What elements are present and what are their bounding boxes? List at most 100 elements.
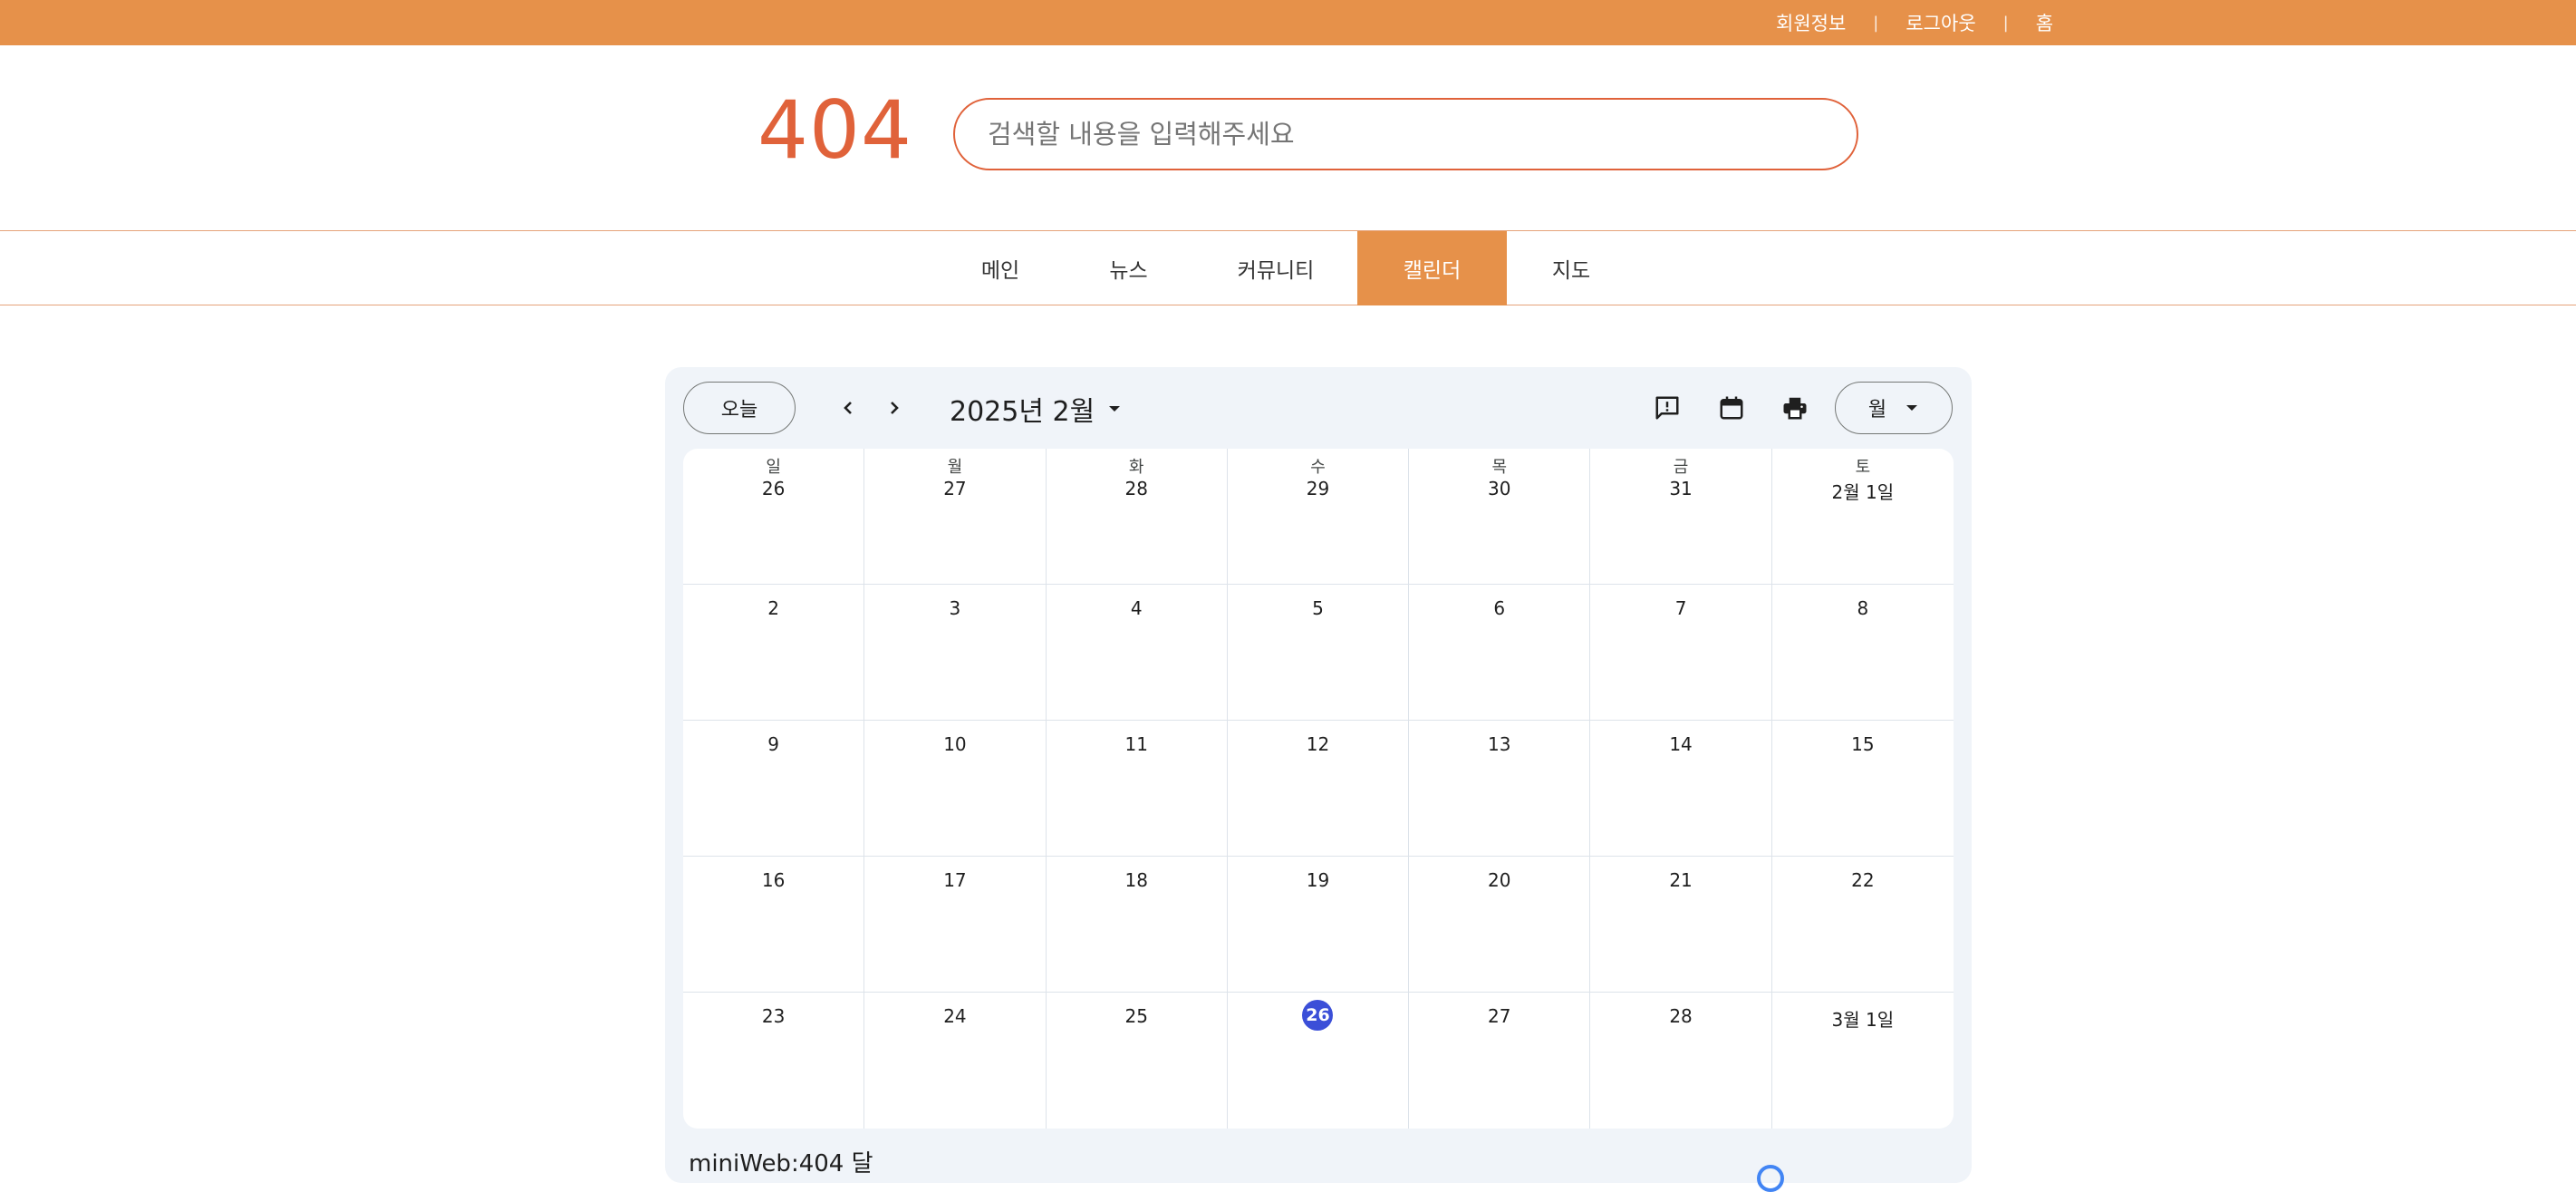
day-cell[interactable]: 목 30 <box>1409 449 1591 585</box>
day-cell[interactable]: 화 28 <box>1046 449 1228 585</box>
day-cell[interactable]: 일 26 <box>683 449 865 585</box>
day-number[interactable]: 13 <box>1409 733 1589 755</box>
day-cell[interactable]: 27 <box>1409 993 1591 1129</box>
weekday-header: 화 <box>1128 458 1144 477</box>
day-cell[interactable]: 8 <box>1771 585 1954 721</box>
member-info-link[interactable]: 회원정보 <box>1776 9 1846 36</box>
nav-item-main[interactable]: 메인 <box>938 231 1063 305</box>
day-number[interactable]: 5 <box>1228 597 1408 619</box>
day-number[interactable]: 17 <box>864 869 1045 891</box>
day-cell[interactable]: 16 <box>683 857 865 993</box>
day-number[interactable]: 12 <box>1228 733 1408 755</box>
feedback-button[interactable] <box>1645 386 1689 430</box>
day-cell[interactable]: 28 <box>1590 993 1772 1129</box>
day-number[interactable]: 27 <box>1409 1005 1589 1027</box>
print-button[interactable] <box>1773 386 1817 430</box>
day-cell[interactable]: 15 <box>1771 721 1954 857</box>
day-cell[interactable]: 22 <box>1771 857 1954 993</box>
day-cell[interactable]: 17 <box>864 857 1047 993</box>
day-number[interactable]: 29 <box>1228 478 1408 499</box>
nav-item-news[interactable]: 뉴스 <box>1063 231 1194 305</box>
view-selector[interactable]: 월 <box>1835 382 1953 434</box>
day-number[interactable]: 25 <box>1047 1005 1227 1027</box>
day-cell[interactable]: 토 2월 1일 <box>1771 449 1954 585</box>
day-cell[interactable]: 14 <box>1590 721 1772 857</box>
day-number[interactable]: 2월 1일 <box>1772 478 1954 504</box>
day-number[interactable]: 23 <box>683 1005 863 1027</box>
nav-item-community[interactable]: 커뮤니티 <box>1194 231 1357 305</box>
day-number[interactable]: 3 <box>864 597 1045 619</box>
day-number-label: 11 <box>1124 733 1148 755</box>
day-cell[interactable]: 21 <box>1590 857 1772 993</box>
day-number[interactable]: 15 <box>1772 733 1954 755</box>
day-cell[interactable]: 3 <box>864 585 1047 721</box>
day-number[interactable]: 19 <box>1228 869 1408 891</box>
day-cell[interactable]: 금 31 <box>1590 449 1772 585</box>
day-cell[interactable]: 9 <box>683 721 865 857</box>
day-number[interactable]: 20 <box>1409 869 1589 891</box>
day-cell[interactable]: 18 <box>1046 857 1228 993</box>
day-number[interactable]: 28 <box>1590 1005 1770 1027</box>
day-cell[interactable]: 19 <box>1227 857 1410 993</box>
today-button[interactable]: 오늘 <box>683 382 796 434</box>
logout-link[interactable]: 로그아웃 <box>1905 9 1975 36</box>
day-number[interactable]: 24 <box>864 1005 1045 1027</box>
day-cell[interactable]: 2 <box>683 585 865 721</box>
day-number-label: 23 <box>761 1005 786 1027</box>
day-cell[interactable]: 20 <box>1409 857 1591 993</box>
day-cell[interactable]: 13 <box>1409 721 1591 857</box>
day-cell[interactable]: 4 <box>1046 585 1228 721</box>
chevron-right-icon <box>891 402 899 414</box>
day-cell[interactable]: 23 <box>683 993 865 1129</box>
day-cell[interactable]: 11 <box>1046 721 1228 857</box>
weekday-header: 금 <box>1673 458 1689 477</box>
day-number[interactable]: 8 <box>1772 597 1954 619</box>
day-number-label: 3월 1일 <box>1831 1009 1895 1031</box>
day-number[interactable]: 26 <box>683 478 863 499</box>
day-number[interactable]: 4 <box>1047 597 1227 619</box>
day-cell[interactable]: 5 <box>1227 585 1410 721</box>
day-cell[interactable]: 12 <box>1227 721 1410 857</box>
day-number[interactable]: 7 <box>1590 597 1770 619</box>
search-input[interactable] <box>955 100 1857 169</box>
day-number[interactable]: 31 <box>1590 478 1770 499</box>
day-number[interactable]: 30 <box>1409 478 1589 499</box>
day-number-label: 5 <box>1312 597 1324 619</box>
day-cell[interactable]: 월 27 <box>864 449 1047 585</box>
day-number[interactable]: 22 <box>1772 869 1954 891</box>
day-cell[interactable]: 수 29 <box>1227 449 1410 585</box>
nav-item-map[interactable]: 지도 <box>1507 231 1635 305</box>
search-box[interactable] <box>953 98 1858 170</box>
day-number[interactable]: 14 <box>1590 733 1770 755</box>
day-cell[interactable]: 3월 1일 <box>1772 993 1954 1129</box>
day-cell[interactable]: 26 <box>1228 993 1410 1129</box>
prev-month-button[interactable] <box>826 386 870 430</box>
month-title-dropdown[interactable]: 2025년 2월 <box>950 389 1122 429</box>
next-month-button[interactable] <box>873 386 916 430</box>
weekday-header: 목 <box>1491 458 1508 477</box>
day-number[interactable]: 27 <box>864 478 1045 499</box>
day-number[interactable]: 11 <box>1047 733 1227 755</box>
open-calendar-button[interactable] <box>1710 386 1753 430</box>
day-number-label: 7 <box>1674 597 1687 619</box>
day-number-label: 13 <box>1488 733 1511 755</box>
home-link[interactable]: 홈 <box>2036 9 2053 36</box>
day-cell[interactable]: 6 <box>1409 585 1591 721</box>
day-number[interactable]: 10 <box>864 733 1045 755</box>
day-cell[interactable]: 24 <box>864 993 1047 1129</box>
nav-item-calendar[interactable]: 캘린더 <box>1357 231 1507 305</box>
day-number[interactable]: 6 <box>1409 597 1589 619</box>
day-number[interactable]: 9 <box>683 733 863 755</box>
day-number[interactable]: 16 <box>683 869 863 891</box>
day-number-label: 21 <box>1669 869 1693 891</box>
today-day-number[interactable]: 26 <box>1228 1000 1408 1031</box>
day-cell[interactable]: 25 <box>1047 993 1228 1129</box>
day-number[interactable]: 28 <box>1047 478 1227 499</box>
day-number[interactable]: 21 <box>1590 869 1770 891</box>
day-number[interactable]: 18 <box>1047 869 1227 891</box>
day-cell[interactable]: 10 <box>864 721 1047 857</box>
day-cell[interactable]: 7 <box>1590 585 1772 721</box>
day-number[interactable]: 2 <box>683 597 863 619</box>
day-number[interactable]: 3월 1일 <box>1772 1005 1954 1032</box>
site-logo[interactable]: 404 <box>757 91 912 170</box>
